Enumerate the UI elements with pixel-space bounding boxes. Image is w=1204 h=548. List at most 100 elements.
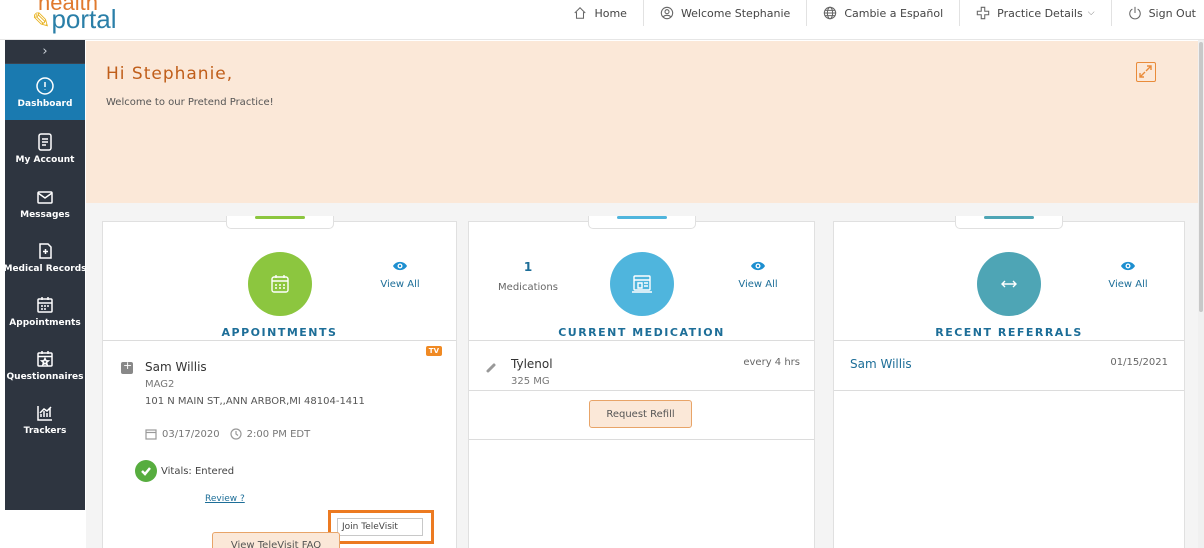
nav-welcome-label: Welcome Stephanie [680,6,791,20]
referrals-title: RECENT REFERRALS [935,326,1083,339]
medical-record-icon [39,242,52,259]
divider [469,340,814,341]
calendar-icon [37,296,53,313]
referral-provider[interactable]: Sam Willis [850,357,912,371]
divider [103,340,456,341]
view-televisit-faq-button[interactable]: View TeleVisit FAQ [212,532,340,548]
medication-card: 1 Medications View All CURRENT MEDICATIO… [468,216,815,548]
divider [834,340,1184,341]
sidebar-item-trackers[interactable]: Trackers [5,392,85,446]
eye-icon [751,261,765,271]
review-link[interactable]: Review ? [205,494,245,504]
televisit-icon: TV [425,346,442,356]
appointment-datetime: 03/17/2020 2:00 PM EDT [145,428,310,440]
envelope-icon [37,190,53,204]
nav-home[interactable]: Home [557,0,644,26]
expand-button[interactable] [1136,62,1156,82]
nav-sign-out-label: Sign Out [1148,6,1196,20]
user-icon [660,6,674,20]
view-all-label: View All [380,279,420,290]
view-all-label: View All [1108,279,1148,290]
power-icon [1128,6,1141,20]
card-tab [225,216,334,229]
sidebar-item-label: Trackers [23,425,67,436]
medication-frequency: every 4 hrs [743,357,800,368]
sidebar: › Dashboard My Account Messages Medical … [3,40,87,510]
nav-practice-details-label: Practice Details [997,6,1083,20]
medication-circle[interactable] [609,252,674,316]
join-televisit-highlight: Join TeleVisit [328,510,434,544]
provider-icon [121,359,133,374]
appointments-view-all[interactable]: View All [370,260,430,290]
referrals-view-all[interactable]: View All [1098,260,1158,290]
card-tab [955,216,1063,229]
nav-language[interactable]: Cambie a Español [807,0,961,26]
pharmacy-icon [631,275,652,293]
sidebar-item-medical-records[interactable]: Medical Records [3,230,87,284]
sidebar-item-label: My Account [15,154,75,165]
join-televisit-button[interactable]: Join TeleVisit [337,518,423,536]
calendar-small-icon [145,429,157,440]
medication-name: Tylenol [511,357,553,371]
star-calendar-icon [37,350,53,367]
sidebar-item-questionnaires[interactable]: Questionnaires [5,338,85,392]
referrals-circle[interactable] [977,252,1041,316]
appointments-circle[interactable] [247,252,312,316]
globe-icon [824,6,837,20]
medication-count-number: 1 [523,260,533,274]
divider [469,390,814,391]
nav-language-label: Cambie a Español [844,6,944,20]
chevron-down-icon: ⌵ [1087,8,1095,18]
top-header: health ✎portal Home Welcome Stephanie Ca… [0,0,1204,40]
greeting: Hi Stephanie, [106,64,234,84]
health-portal-logo[interactable]: health ✎portal [18,0,138,40]
nav-sign-out[interactable]: Sign Out [1112,0,1204,26]
vitals-label: Vitals: Entered [161,465,235,477]
medication-title: CURRENT MEDICATION [558,326,725,339]
dashboard-cards: View All APPOINTMENTS TV Sam Willis MAG2… [86,203,1198,548]
appointment-date: 03/17/2020 [162,428,220,440]
request-refill-button[interactable]: Request Refill [589,400,692,428]
swap-arrows-icon [1001,280,1017,288]
divider [834,390,1184,391]
sidebar-item-my-account[interactable]: My Account [5,120,85,176]
appointments-card: View All APPOINTMENTS TV Sam Willis MAG2… [102,216,457,548]
nav-home-label: Home [594,6,627,20]
referral-date: 01/15/2021 [1110,357,1168,368]
sidebar-item-label: Appointments [9,317,81,328]
top-nav: Home Welcome Stephanie Cambie a Español … [557,0,1204,26]
pill-icon [485,359,497,373]
sidebar-toggle[interactable]: › [5,40,85,64]
eye-icon [1121,261,1135,271]
medical-cross-icon [976,6,990,20]
medication-count[interactable]: 1 Medications [493,260,563,293]
expand-icon [1139,65,1152,78]
logo-line2: ✎portal [32,4,116,36]
welcome-subtitle: Welcome to our Pretend Practice! [106,97,274,108]
referrals-card: View All RECENT REFERRALS Sam Willis 01/… [833,216,1185,548]
dashboard-icon [36,76,54,95]
home-icon [574,7,587,19]
chevron-right-icon: › [42,44,48,59]
sidebar-item-label: Medical Records [3,263,87,274]
card-tab [587,216,696,229]
logo-line2-text: portal [51,4,117,34]
medication-view-all[interactable]: View All [728,260,788,290]
appointment-provider: Sam Willis [145,360,207,374]
sidebar-item-appointments[interactable]: Appointments [5,284,85,338]
nav-welcome[interactable]: Welcome Stephanie [644,0,808,26]
medication-dose: 325 MG [511,376,550,387]
sidebar-item-label: Questionnaires [6,371,84,382]
chart-icon [37,405,52,421]
page-scrollbar[interactable] [1198,40,1204,548]
sidebar-item-label: Messages [20,209,70,220]
sidebar-item-dashboard[interactable]: Dashboard [5,64,85,120]
appointment-address: 101 N MAIN ST,,ANN ARBOR,MI 48104-1411 [145,396,365,407]
document-icon [38,132,52,151]
scrollbar-thumb[interactable] [1199,42,1203,312]
sidebar-item-messages[interactable]: Messages [5,176,85,230]
nav-practice-details[interactable]: Practice Details ⌵ [960,0,1112,26]
appointment-location: MAG2 [145,379,175,390]
view-all-label: View All [738,279,778,290]
check-icon [135,460,157,482]
